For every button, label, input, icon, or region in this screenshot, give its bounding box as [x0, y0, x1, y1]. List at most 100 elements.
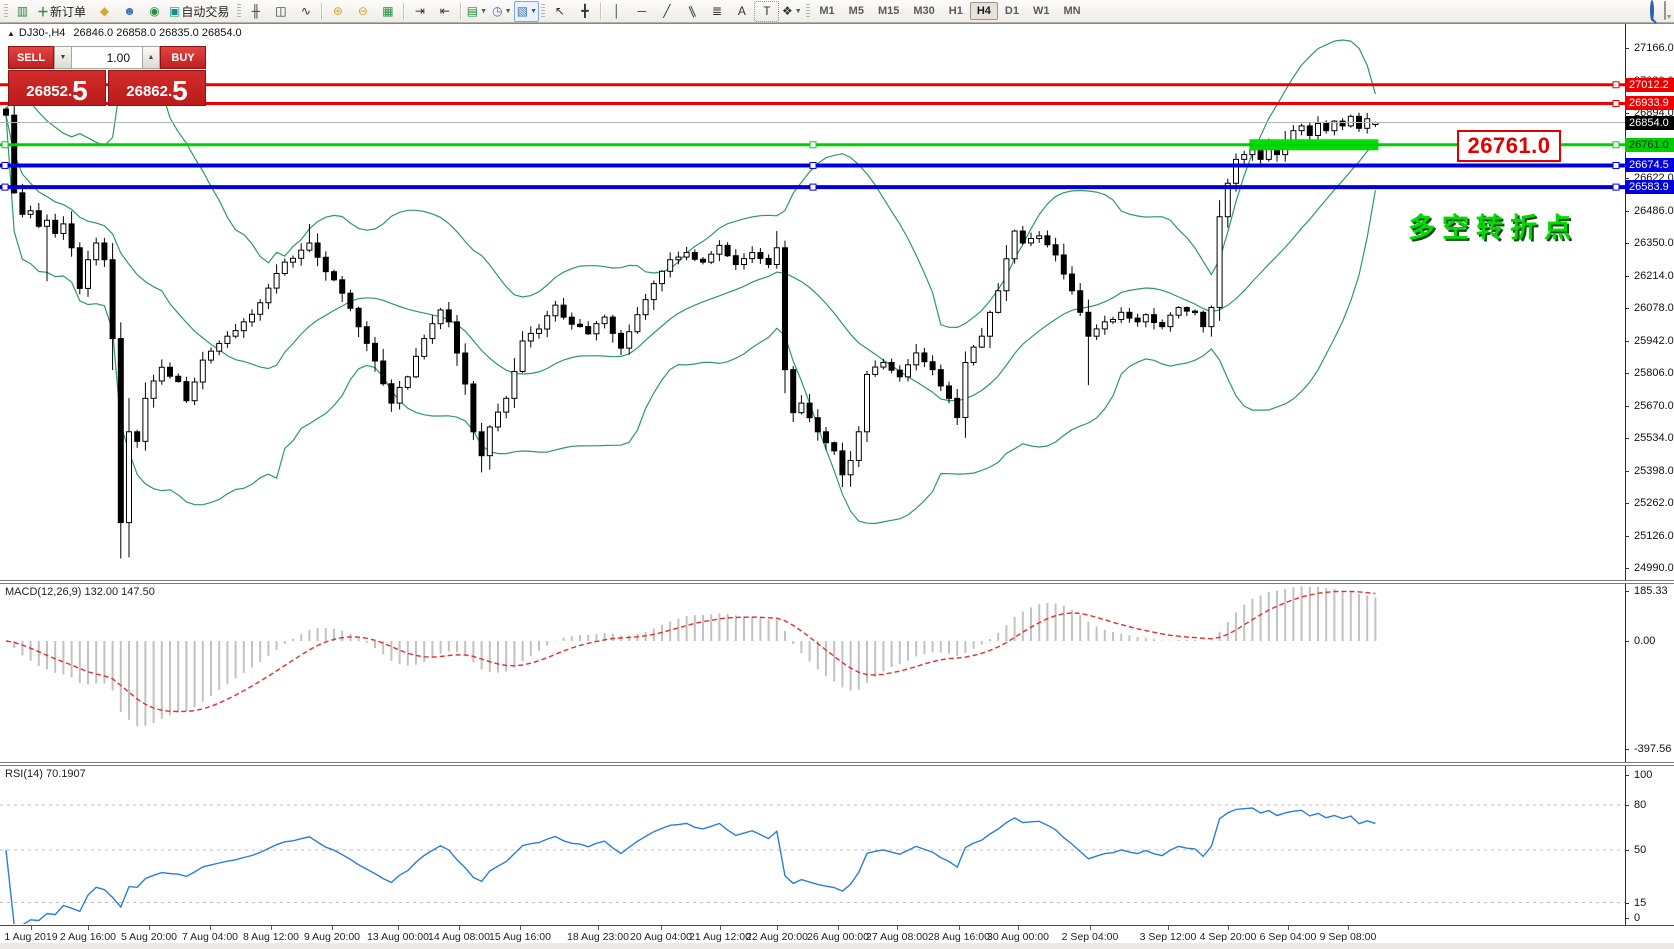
indicators-button[interactable]: ▤▼ — [464, 1, 489, 22]
price-callout-box[interactable]: 26761.0 — [1457, 130, 1561, 162]
search-icon[interactable] — [1650, 2, 1654, 20]
sell-price-button[interactable]: 26852.5 — [8, 70, 106, 106]
time-axis-tick — [1090, 926, 1091, 930]
time-axis-tick — [838, 926, 839, 930]
auto-scroll-button[interactable]: ⇥ — [407, 1, 432, 22]
axis-tick-mark — [1625, 308, 1629, 309]
auto-trading-button[interactable]: ▣ 自动交易 — [167, 1, 235, 22]
volume-decrease-button[interactable]: ▼ — [54, 46, 72, 69]
zoom-out-button[interactable]: ⊖ — [350, 1, 375, 22]
time-axis-tick — [1018, 926, 1019, 930]
text-label-button[interactable]: T — [754, 1, 779, 22]
time-axis-tick — [1348, 926, 1349, 930]
line-chart-button[interactable]: ∿ — [293, 1, 318, 22]
axis-tick-label: -397.56 — [1634, 743, 1671, 755]
time-axis-tick — [1168, 926, 1169, 930]
zoom-in-button[interactable]: ⊕ — [325, 1, 350, 22]
time-axis-tick — [520, 926, 521, 930]
time-axis-label: 14 Aug 08:00 — [428, 931, 490, 943]
axis-tick-mark — [1625, 903, 1629, 904]
axis-tick-mark — [1625, 749, 1629, 750]
time-axis-tick — [1228, 926, 1229, 930]
time-axis-label: 6 Sep 04:00 — [1260, 931, 1317, 943]
shapes-button[interactable]: ❖▼ — [779, 1, 804, 22]
toolbar-drag-handle[interactable] — [541, 4, 545, 19]
axis-tick-label: 100 — [1634, 769, 1652, 781]
sell-button[interactable]: SELL — [8, 46, 54, 69]
tile-windows-button[interactable]: ▦ — [375, 1, 400, 22]
time-axis-label: 5 Aug 20:00 — [121, 931, 177, 943]
bottom-strip — [0, 943, 1674, 949]
axis-tick-label: 0.00 — [1634, 635, 1655, 647]
axis-tick-mark — [1625, 591, 1629, 592]
timeframe-mn-button[interactable]: MN — [1056, 2, 1087, 20]
chart-shift-button[interactable]: ⇤ — [432, 1, 457, 22]
bar-chart-button[interactable]: ╫ — [243, 1, 268, 22]
time-axis-label: 22 Aug 20:00 — [746, 931, 808, 943]
axis-tick-mark — [1625, 438, 1629, 439]
price-tag: 27012.2 — [1625, 78, 1674, 92]
templates-button[interactable]: ▧▼ — [514, 1, 539, 22]
time-axis-label: 4 Sep 20:00 — [1200, 931, 1257, 943]
timeframe-m15-button[interactable]: M15 — [871, 2, 906, 20]
time-axis-label: 18 Aug 23:00 — [567, 931, 629, 943]
time-axis-tick — [459, 926, 460, 930]
sell-price-main: 26852 — [26, 84, 68, 99]
pane-divider[interactable] — [0, 762, 1674, 766]
toolbar-separator — [321, 3, 322, 20]
toolbar-separator — [600, 3, 601, 20]
axis-tick-label: 25398.0 — [1634, 465, 1674, 477]
volume-increase-button[interactable]: ▲ — [142, 46, 160, 69]
axis-tick-mark — [1625, 373, 1629, 374]
trendline-button[interactable]: ╱ — [654, 1, 679, 22]
equidistant-channel-button[interactable]: ∥ — [679, 1, 704, 22]
axis-tick-label: 80 — [1634, 799, 1646, 811]
axis-tick-label: 25670.0 — [1634, 400, 1674, 412]
app-chart-icon[interactable]: ▥ — [10, 1, 35, 22]
vertical-line-button[interactable]: │ — [604, 1, 629, 22]
periods-button[interactable]: ◷▼ — [489, 1, 514, 22]
horizontal-line-button[interactable]: ─ — [629, 1, 654, 22]
expand-arrow-icon[interactable]: ▲ — [7, 29, 15, 38]
toolbar-drag-handle[interactable] — [237, 4, 241, 19]
rsi-indicator-label: RSI(14) 70.1907 — [5, 768, 86, 780]
candle-chart-button[interactable]: ◫ — [268, 1, 293, 22]
timeframe-h4-button[interactable]: H4 — [970, 2, 998, 20]
price-axis[interactable]: 27166.027030.026894.026758.026622.026486… — [1626, 0, 1674, 925]
crosshair-button[interactable]: ╋ — [572, 1, 597, 22]
toolbar-drag-handle[interactable] — [806, 4, 810, 19]
signal-icon[interactable]: ◉ — [142, 1, 167, 22]
time-axis-label: 2 Aug 16:00 — [60, 931, 116, 943]
fibonacci-button[interactable]: ≣ — [704, 1, 729, 22]
time-axis-label: 9 Sep 08:00 — [1320, 931, 1377, 943]
profile-icon[interactable]: ☻ — [117, 1, 142, 22]
pane-divider[interactable] — [0, 580, 1674, 584]
toolbar-drag-handle[interactable] — [4, 4, 8, 19]
text-button[interactable]: A — [729, 1, 754, 22]
volume-input[interactable]: 1.00 — [72, 46, 142, 69]
timeframe-m1-button[interactable]: M1 — [812, 2, 841, 20]
axis-tick-label: 25534.0 — [1634, 432, 1674, 444]
time-axis-tick — [959, 926, 960, 930]
macd-indicator-label: MACD(12,26,9) 132.00 147.50 — [5, 586, 155, 598]
timeframe-h1-button[interactable]: H1 — [942, 2, 970, 20]
timeframe-m5-button[interactable]: M5 — [842, 2, 871, 20]
axis-tick-label: 26078.0 — [1634, 302, 1674, 314]
buy-button[interactable]: BUY — [160, 46, 206, 69]
timeframe-d1-button[interactable]: D1 — [998, 2, 1026, 20]
axis-tick-label: 25942.0 — [1634, 335, 1674, 347]
new-order-button[interactable]: ＋ 新订单 — [35, 1, 92, 22]
buy-price-button[interactable]: 26862.5 — [108, 70, 206, 106]
timeframe-m30-button[interactable]: M30 — [906, 2, 941, 20]
chart-title: ▲DJ30-,H426846.0 26858.0 26835.0 26854.0 — [7, 27, 242, 39]
price-tag: 26583.9 — [1625, 180, 1674, 194]
timeframe-w1-button[interactable]: W1 — [1026, 2, 1057, 20]
symbol-label: DJ30-,H4 — [19, 27, 65, 39]
time-axis-label: 9 Aug 20:00 — [304, 931, 360, 943]
axis-tick-label: 24990.0 — [1634, 562, 1674, 574]
axis-tick-label: 26350.0 — [1634, 237, 1674, 249]
ticket-icon[interactable]: ◆ — [92, 1, 117, 22]
chat-icon[interactable] — [1664, 2, 1666, 20]
cursor-button[interactable]: ↖ — [547, 1, 572, 22]
chart-canvas[interactable] — [0, 0, 1625, 949]
